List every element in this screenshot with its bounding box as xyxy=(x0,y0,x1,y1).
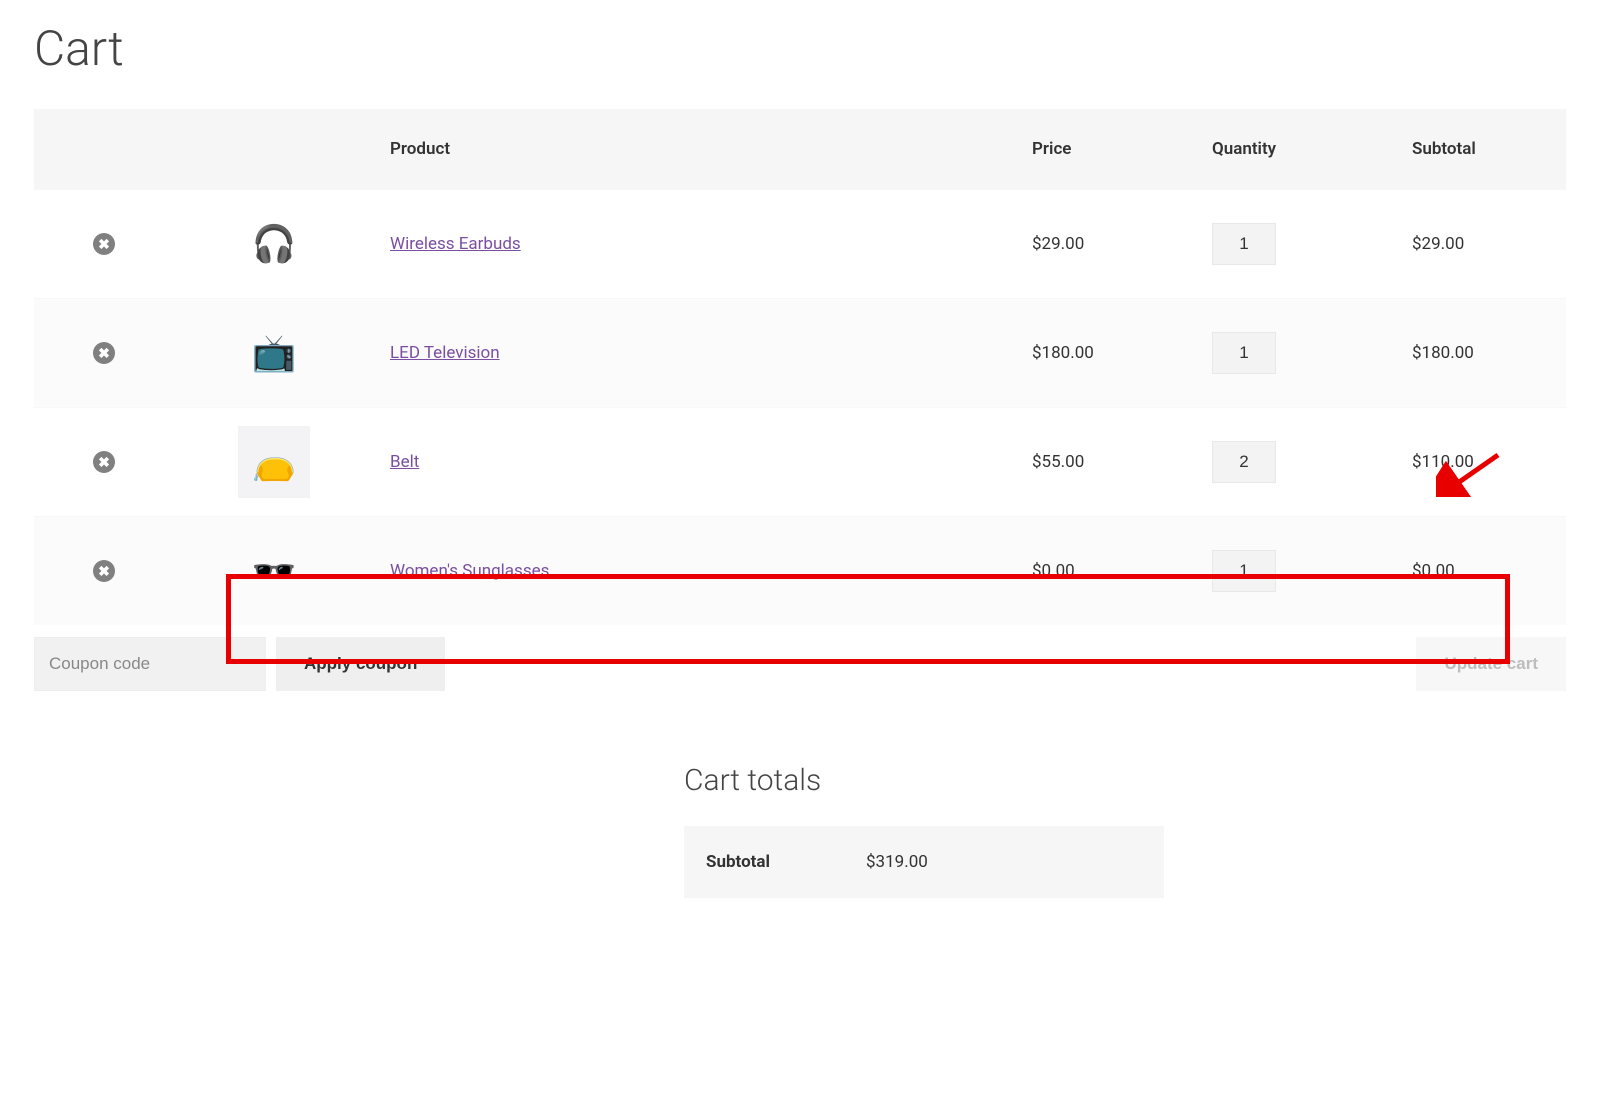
product-price: $29.00 xyxy=(1016,190,1196,299)
product-link[interactable]: Belt xyxy=(390,452,419,472)
product-subtotal: $180.00 xyxy=(1396,299,1566,408)
product-subtotal: $0.00 xyxy=(1396,517,1566,626)
totals-subtotal-value: $319.00 xyxy=(866,852,928,872)
col-thumb-header xyxy=(174,109,374,190)
product-subtotal: $29.00 xyxy=(1396,190,1566,299)
table-row: ✖ 🎧 Wireless Earbuds $29.00 $29.00 xyxy=(34,190,1566,299)
col-price-header: Price xyxy=(1016,109,1196,190)
coupon-code-input[interactable] xyxy=(34,637,266,691)
product-price: $0.00 xyxy=(1016,517,1196,626)
col-product-header: Product xyxy=(374,109,1016,190)
col-quantity-header: Quantity xyxy=(1196,109,1396,190)
cart-header-row: Product Price Quantity Subtotal xyxy=(34,109,1566,190)
product-price: $55.00 xyxy=(1016,408,1196,517)
remove-item-button[interactable]: ✖ xyxy=(93,451,115,473)
product-link[interactable]: Wireless Earbuds xyxy=(390,234,521,254)
cart-actions: Apply coupon Update cart xyxy=(34,637,1566,691)
totals-subtotal-label: Subtotal xyxy=(706,852,806,872)
quantity-input[interactable] xyxy=(1212,550,1276,592)
page-title: Cart xyxy=(34,20,1566,77)
cart-table-wrap: Product Price Quantity Subtotal ✖ 🎧 Wirele… xyxy=(34,109,1566,625)
product-price: $180.00 xyxy=(1016,299,1196,408)
product-thumbnail[interactable]: 📺 xyxy=(238,317,310,389)
totals-row: Subtotal $319.00 xyxy=(684,826,1164,898)
product-thumbnail[interactable]: 🕶️ xyxy=(238,535,310,607)
col-remove-header xyxy=(34,109,174,190)
table-row: ✖ 📺 LED Television $180.00 $180.00 xyxy=(34,299,1566,408)
coupon-area: Apply coupon xyxy=(34,637,445,691)
table-row: ✖ 🕶️ Women's Sunglasses $0.00 $0.00 xyxy=(34,517,1566,626)
quantity-input[interactable] xyxy=(1212,332,1276,374)
product-link[interactable]: LED Television xyxy=(390,343,500,363)
apply-coupon-button[interactable]: Apply coupon xyxy=(276,637,445,691)
remove-item-button[interactable]: ✖ xyxy=(93,560,115,582)
remove-item-button[interactable]: ✖ xyxy=(93,233,115,255)
product-thumbnail[interactable]: 🎧 xyxy=(238,208,310,280)
cart-table: Product Price Quantity Subtotal ✖ 🎧 Wirele… xyxy=(34,109,1566,625)
update-cart-button[interactable]: Update cart xyxy=(1416,637,1566,691)
cart-totals: Cart totals Subtotal $319.00 xyxy=(684,763,1566,898)
product-thumbnail[interactable]: 👝 xyxy=(238,426,310,498)
product-subtotal: $110.00 xyxy=(1396,408,1566,517)
table-row: ✖ 👝 Belt $55.00 $110.00 xyxy=(34,408,1566,517)
col-subtotal-header: Subtotal xyxy=(1396,109,1566,190)
quantity-input[interactable] xyxy=(1212,441,1276,483)
cart-totals-title: Cart totals xyxy=(684,763,1566,798)
remove-item-button[interactable]: ✖ xyxy=(93,342,115,364)
product-link[interactable]: Women's Sunglasses xyxy=(390,561,549,581)
quantity-input[interactable] xyxy=(1212,223,1276,265)
